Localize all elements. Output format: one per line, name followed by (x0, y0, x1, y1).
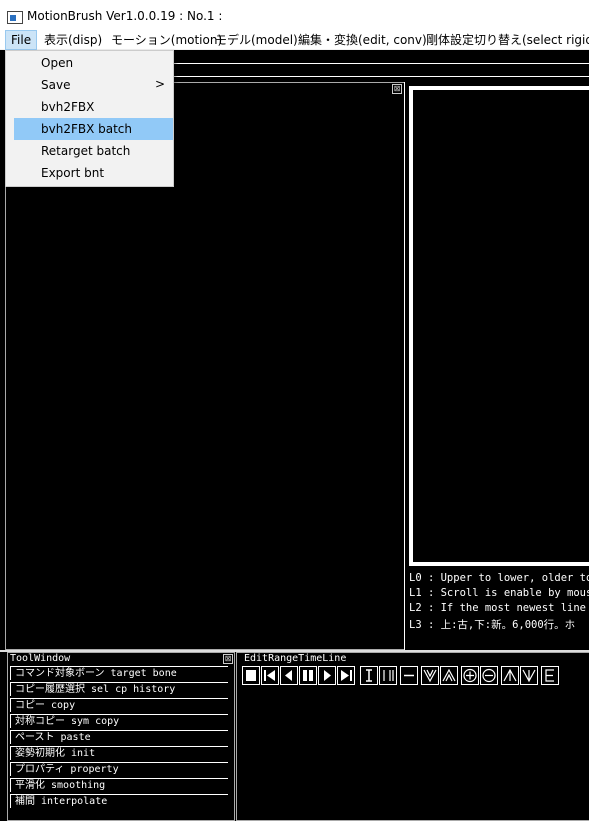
tool-button-copy-history[interactable]: コピー履歴選択 sel cp history (10, 682, 228, 696)
close-icon[interactable]: ⊠ (392, 84, 402, 94)
log-line: L2 : If the most newest line i (409, 602, 589, 614)
toolbar-strip-1 (174, 50, 589, 64)
log-line: L1 : Scroll is enable by mouse (409, 587, 589, 599)
next-frame-icon[interactable] (318, 666, 336, 685)
expand-up-icon[interactable] (501, 666, 519, 685)
tool-button-init[interactable]: 姿勢初期化 init (10, 746, 228, 760)
toolbar-strip-2 (174, 64, 589, 77)
tool-button-sym-copy[interactable]: 対称コピー sym copy (10, 714, 228, 728)
select-up-icon[interactable] (440, 666, 458, 685)
log-line: L3 : 上:古,下:新。6,000行。ホ (409, 619, 576, 631)
menu-item-open[interactable]: Open (14, 52, 173, 74)
menu-item-bvh2fbx[interactable]: bvh2FBX (14, 96, 173, 118)
select-all-icon[interactable] (541, 666, 559, 685)
menu-item-export-bnt[interactable]: Export bnt (14, 162, 173, 184)
tool-button-target-bone[interactable]: コマンド対象ボーン target bone (10, 666, 228, 680)
select-down-icon[interactable] (421, 666, 439, 685)
next-key-icon[interactable] (337, 666, 355, 685)
timeline-title: EditRangeTimeLine (244, 653, 347, 664)
log-line: L0 : Upper to lower, older to (409, 572, 589, 584)
prev-frame-icon[interactable] (280, 666, 298, 685)
menu-edit[interactable]: 編集・変換(edit, conv) (293, 30, 432, 50)
menu-file[interactable]: File (5, 30, 38, 50)
menu-bar: File 表示(disp) モーション(motion) モデル(model) 編… (0, 30, 589, 50)
tool-button-smoothing[interactable]: 平滑化 smoothing (10, 778, 228, 792)
tool-button-property[interactable]: プロパティ property (10, 762, 228, 776)
preview-viewport[interactable] (409, 86, 589, 566)
file-dropdown-menu: Open Save bvh2FBX bvh2FBX batch Retarget… (5, 50, 174, 187)
tool-button-paste[interactable]: ペースト paste (10, 730, 228, 744)
menu-motion[interactable]: モーション(motion) (106, 30, 227, 50)
range-start-icon[interactable] (360, 666, 378, 685)
menu-item-save[interactable]: Save (14, 74, 173, 96)
app-icon (7, 11, 23, 24)
close-icon[interactable]: ⊠ (223, 654, 233, 664)
range-line-icon[interactable] (400, 666, 418, 685)
tool-button-interpolate[interactable]: 補間 interpolate (10, 794, 228, 808)
tool-button-copy[interactable]: コピー copy (10, 698, 228, 712)
menu-item-retarget-batch[interactable]: Retarget batch (14, 140, 173, 162)
menu-rigid[interactable]: 剛体設定切り替え(select rigid) (421, 30, 589, 50)
stop-icon[interactable] (299, 666, 317, 685)
range-both-icon[interactable] (379, 666, 397, 685)
zoom-in-icon[interactable] (461, 666, 479, 685)
expand-down-icon[interactable] (520, 666, 538, 685)
first-frame-icon[interactable] (242, 666, 260, 685)
zoom-out-icon[interactable] (480, 666, 498, 685)
submenu-arrow-icon: > (155, 77, 166, 91)
menu-item-bvh2fbx-batch[interactable]: bvh2FBX batch (14, 118, 173, 140)
window-title: MotionBrush Ver1.0.0.19 : No.1 : (27, 9, 223, 23)
tool-window-title: ToolWindow (10, 653, 71, 664)
prev-key-icon[interactable] (261, 666, 279, 685)
menu-disp[interactable]: 表示(disp) (39, 30, 107, 50)
menu-model[interactable]: モデル(model) (210, 30, 303, 50)
